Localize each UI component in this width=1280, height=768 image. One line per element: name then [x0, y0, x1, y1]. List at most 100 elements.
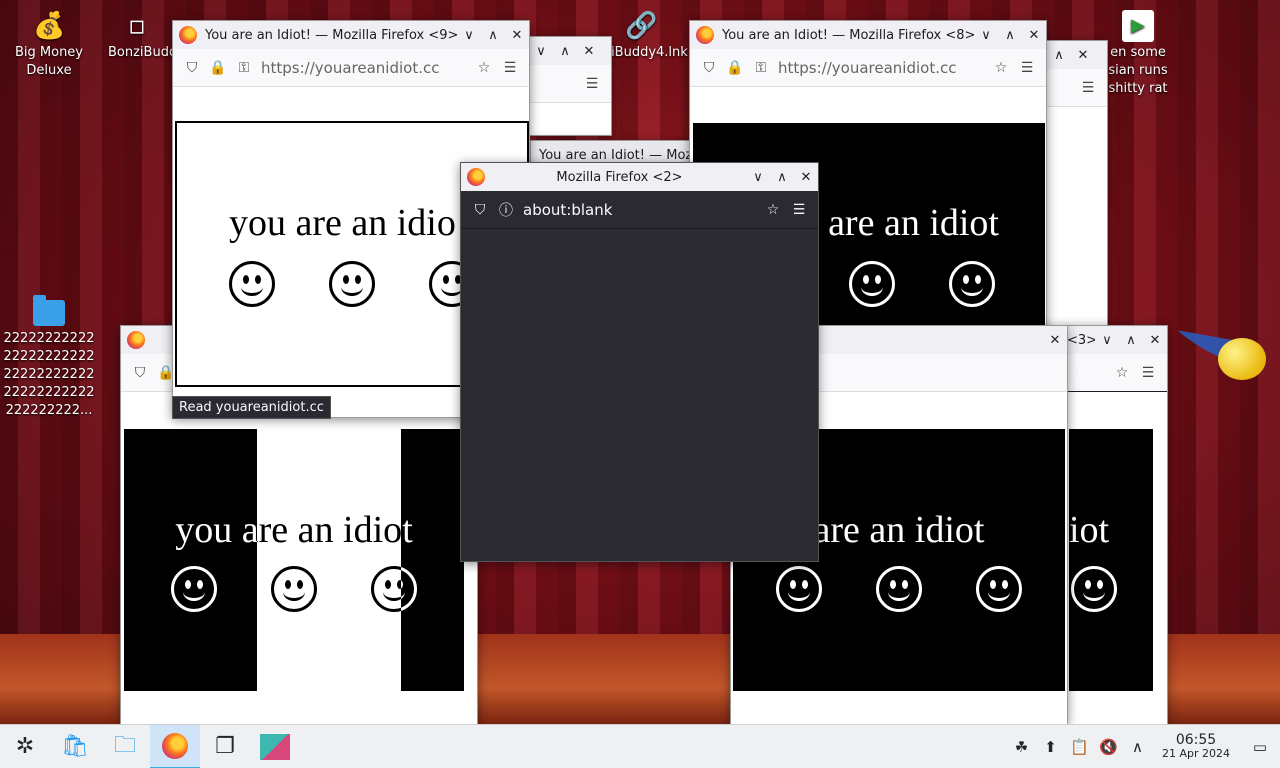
- smiley-icon: [271, 566, 317, 612]
- firefox-icon: [467, 168, 485, 186]
- shield-icon[interactable]: ⛉: [696, 60, 722, 76]
- window-titlebar[interactable]: You are an Idiot! — Mozilla Firefox <8> …: [690, 21, 1046, 49]
- window-titlebar[interactable]: <3> ∨ ∧ ✕: [1067, 326, 1167, 354]
- url-bar[interactable]: t.cc: [1077, 364, 1109, 382]
- desktop-icon-big-money-deluxe[interactable]: 💰 Big Money Deluxe: [1, 10, 97, 80]
- menu-icon[interactable]: ☰: [579, 76, 605, 92]
- maximize-button[interactable]: ∧: [1047, 48, 1071, 63]
- bookmark-star-icon[interactable]: ☆: [1109, 365, 1135, 381]
- minimize-button[interactable]: ∨: [457, 28, 481, 43]
- menu-icon[interactable]: ☰: [1135, 365, 1161, 381]
- shield-icon[interactable]: ⛉: [467, 202, 493, 218]
- menu-icon[interactable]: ☰: [1014, 60, 1040, 76]
- volume-muted-icon[interactable]: 🔇: [1094, 738, 1123, 756]
- app-launcher-button[interactable]: ✲: [0, 725, 50, 768]
- idiot-heading: are an idiot: [813, 509, 985, 551]
- close-button[interactable]: ✕: [1143, 333, 1167, 348]
- permissions-icon[interactable]: ⚿: [748, 60, 774, 76]
- maximize-button[interactable]: ∧: [481, 28, 505, 43]
- nav-toolbar: ☰: [1047, 69, 1107, 107]
- window-titlebar[interactable]: Mozilla Firefox <2> ∨ ∧ ✕: [461, 163, 818, 191]
- blank-page-content[interactable]: [461, 230, 818, 561]
- clock-time: 06:55: [1175, 732, 1217, 748]
- desktop-icon-video[interactable]: ▶ en some sian runs shitty rat: [1098, 10, 1178, 98]
- bookmark-star-icon[interactable]: ☆: [760, 202, 786, 218]
- video-icon: ▶: [1122, 10, 1154, 42]
- app-taskbar-button[interactable]: [250, 725, 300, 768]
- window-switcher-button[interactable]: ❐: [200, 725, 250, 768]
- menu-icon[interactable]: ☰: [497, 60, 523, 76]
- maximize-button[interactable]: ∧: [770, 170, 794, 185]
- lock-icon[interactable]: 🔒: [722, 60, 748, 76]
- nav-toolbar: ⛉ 🔒 ⚿ https://youareanidiot.cc ☆ ☰: [690, 49, 1046, 87]
- maximize-button[interactable]: ∧: [553, 44, 577, 59]
- close-button[interactable]: ✕: [577, 44, 601, 59]
- info-icon[interactable]: ⓘ: [493, 200, 519, 220]
- clock[interactable]: 06:55 21 Apr 2024: [1158, 733, 1234, 761]
- show-desktop-icon[interactable]: ▭: [1240, 738, 1280, 756]
- updates-icon[interactable]: ⬆: [1036, 738, 1065, 756]
- minimize-button[interactable]: ∨: [1095, 333, 1119, 348]
- menu-icon[interactable]: ☰: [1075, 80, 1101, 96]
- window-title: You are an Idiot! — Mozilla Firefox <9>: [205, 27, 457, 43]
- taskbar: ✲ 🛍 🗀 ❐ ☘ ⬆ 📋 🔇 ∧ 06:55 21 Apr 2024 ▭: [0, 724, 1280, 768]
- url-bar[interactable]: https://youareanidiot.cc: [778, 59, 988, 77]
- idiot-heading: you are an idiot: [175, 509, 413, 551]
- folder-icon: [33, 295, 65, 326]
- url-bar[interactable]: about:blank: [523, 201, 760, 219]
- lock-icon[interactable]: 🔒: [205, 60, 231, 76]
- clipboard-icon[interactable]: 📋: [1065, 738, 1094, 756]
- discover-button[interactable]: 🛍: [50, 725, 100, 768]
- launcher-icon: ✲: [15, 734, 35, 759]
- nav-toolbar: ☰: [529, 65, 611, 103]
- idiot-page-content[interactable]: iot: [1069, 429, 1153, 691]
- firefox-window-2[interactable]: Mozilla Firefox <2> ∨ ∧ ✕ ⛉ ⓘ about:blan…: [460, 162, 819, 562]
- window-titlebar[interactable]: ∨ ∧ ✕: [529, 37, 611, 65]
- firefox-taskbar-button[interactable]: [150, 724, 200, 768]
- minimize-button[interactable]: ∨: [974, 28, 998, 43]
- maximize-button[interactable]: ∧: [1119, 333, 1143, 348]
- desktop-icon-folder-2222[interactable]: 22222222222 22222222222 22222222222 2222…: [1, 295, 97, 420]
- smiley-icon: [371, 566, 417, 612]
- smiley-icon: [849, 261, 895, 307]
- windows-stack-icon: ❐: [215, 734, 235, 759]
- firefox-icon: [696, 26, 714, 44]
- nav-toolbar: t.cc ☆ ☰: [1067, 354, 1167, 392]
- url-bar[interactable]: https://youareanidiot.cc: [261, 59, 471, 77]
- close-button[interactable]: ✕: [1071, 48, 1095, 63]
- smiley-row: [776, 566, 1022, 612]
- close-button[interactable]: ✕: [794, 170, 818, 185]
- idiot-page-content[interactable]: you are an idiot: [124, 429, 464, 691]
- chevron-up-icon[interactable]: ∧: [1123, 738, 1152, 756]
- bookmark-star-icon[interactable]: ☆: [988, 60, 1014, 76]
- close-button[interactable]: ✕: [1022, 28, 1046, 43]
- shield-icon[interactable]: ⛉: [127, 365, 153, 381]
- window-title: Mozilla Firefox <2>: [556, 169, 683, 185]
- document-icon: ▫: [128, 11, 146, 41]
- idiot-heading: are an idiot: [828, 202, 999, 244]
- permissions-icon[interactable]: ⚿: [231, 60, 257, 76]
- smiley-icon: [976, 566, 1022, 612]
- wallpaper-jester-ball: [1218, 338, 1266, 380]
- bonzi-tray-icon[interactable]: ☘: [1007, 738, 1036, 756]
- link-tooltip: Read youareanidiot.cc: [172, 396, 331, 419]
- nav-toolbar: ⛉ 🔒 ⚿ https://youareanidiot.cc ☆ ☰: [173, 49, 529, 87]
- minimize-button[interactable]: ∨: [529, 44, 553, 59]
- maximize-button[interactable]: ∧: [998, 28, 1022, 43]
- close-button[interactable]: ✕: [505, 28, 529, 43]
- file-manager-button[interactable]: 🗀: [100, 725, 150, 768]
- idiot-heading: you are an idio: [229, 202, 456, 244]
- menu-icon[interactable]: ☰: [786, 202, 812, 218]
- minimize-button[interactable]: ∨: [746, 170, 770, 185]
- window-title: You are an Idiot! — Mozilla Firefox <8>: [722, 27, 974, 43]
- window-title: <3>: [1067, 332, 1095, 348]
- close-button[interactable]: ✕: [1043, 333, 1067, 348]
- firefox-window-partial-3[interactable]: ∧ ✕ ☰: [1046, 40, 1108, 330]
- firefox-window-3[interactable]: <3> ∨ ∧ ✕ t.cc ☆ ☰ iot: [1066, 325, 1168, 725]
- bookmark-star-icon[interactable]: ☆: [471, 60, 497, 76]
- firefox-window-partial-1[interactable]: ∨ ∧ ✕ ☰: [528, 36, 612, 136]
- idiot-heading: iot: [1069, 509, 1110, 551]
- shield-icon[interactable]: ⛉: [179, 60, 205, 76]
- window-titlebar[interactable]: You are an Idiot! — Mozilla Firefox <9> …: [173, 21, 529, 49]
- window-titlebar[interactable]: ∧ ✕: [1047, 41, 1107, 69]
